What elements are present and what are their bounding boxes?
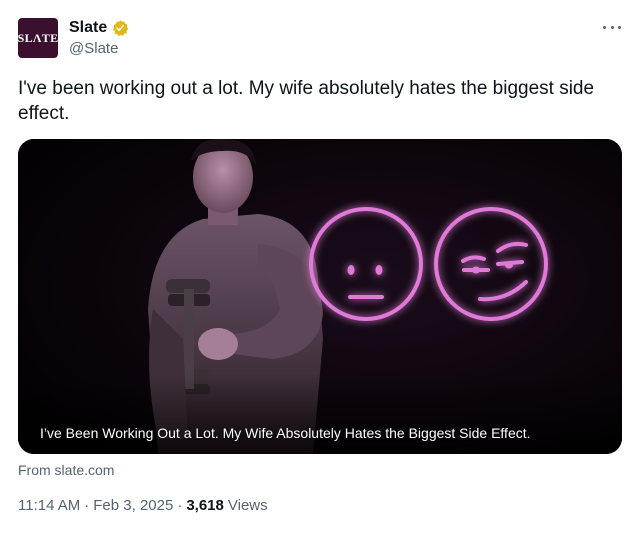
views-count: 3,618 [186,497,224,514]
more-dot [610,25,614,29]
more-dot [603,25,606,29]
avatar-logo-text: SLΛTE [17,30,59,45]
link-card-title: I’ve Been Working Out a Lot. My Wife Abs… [40,425,531,441]
views-label: Views [227,497,268,514]
verified-badge-icon[interactable] [111,19,129,37]
workout-photo-illustration [18,139,622,454]
tweet-text: I've been working out a lot. My wife abs… [18,78,595,124]
more-dot [618,25,621,29]
avatar[interactable]: SLΛTE [18,18,58,58]
author-name-row: Slate [69,18,129,38]
tweet-meta: 11:14 AM · Feb 3, 2025 · 3,618 Views [18,496,268,516]
more-options-icon[interactable] [600,18,624,36]
author-name[interactable]: Slate [69,18,107,38]
author-handle[interactable]: @Slate [69,39,118,59]
tweet-date[interactable]: Feb 3, 2025 [93,496,173,516]
meta-separator: · [177,497,183,514]
tweet-card[interactable]: SLΛTE Slate @Slate I've been working out… [0,0,640,537]
meta-separator: · [84,497,90,514]
link-card-image[interactable]: I’ve Been Working Out a Lot. My Wife Abs… [18,139,622,454]
tweet-time[interactable]: 11:14 AM [18,496,80,516]
link-source[interactable]: From slate.com [18,461,114,479]
